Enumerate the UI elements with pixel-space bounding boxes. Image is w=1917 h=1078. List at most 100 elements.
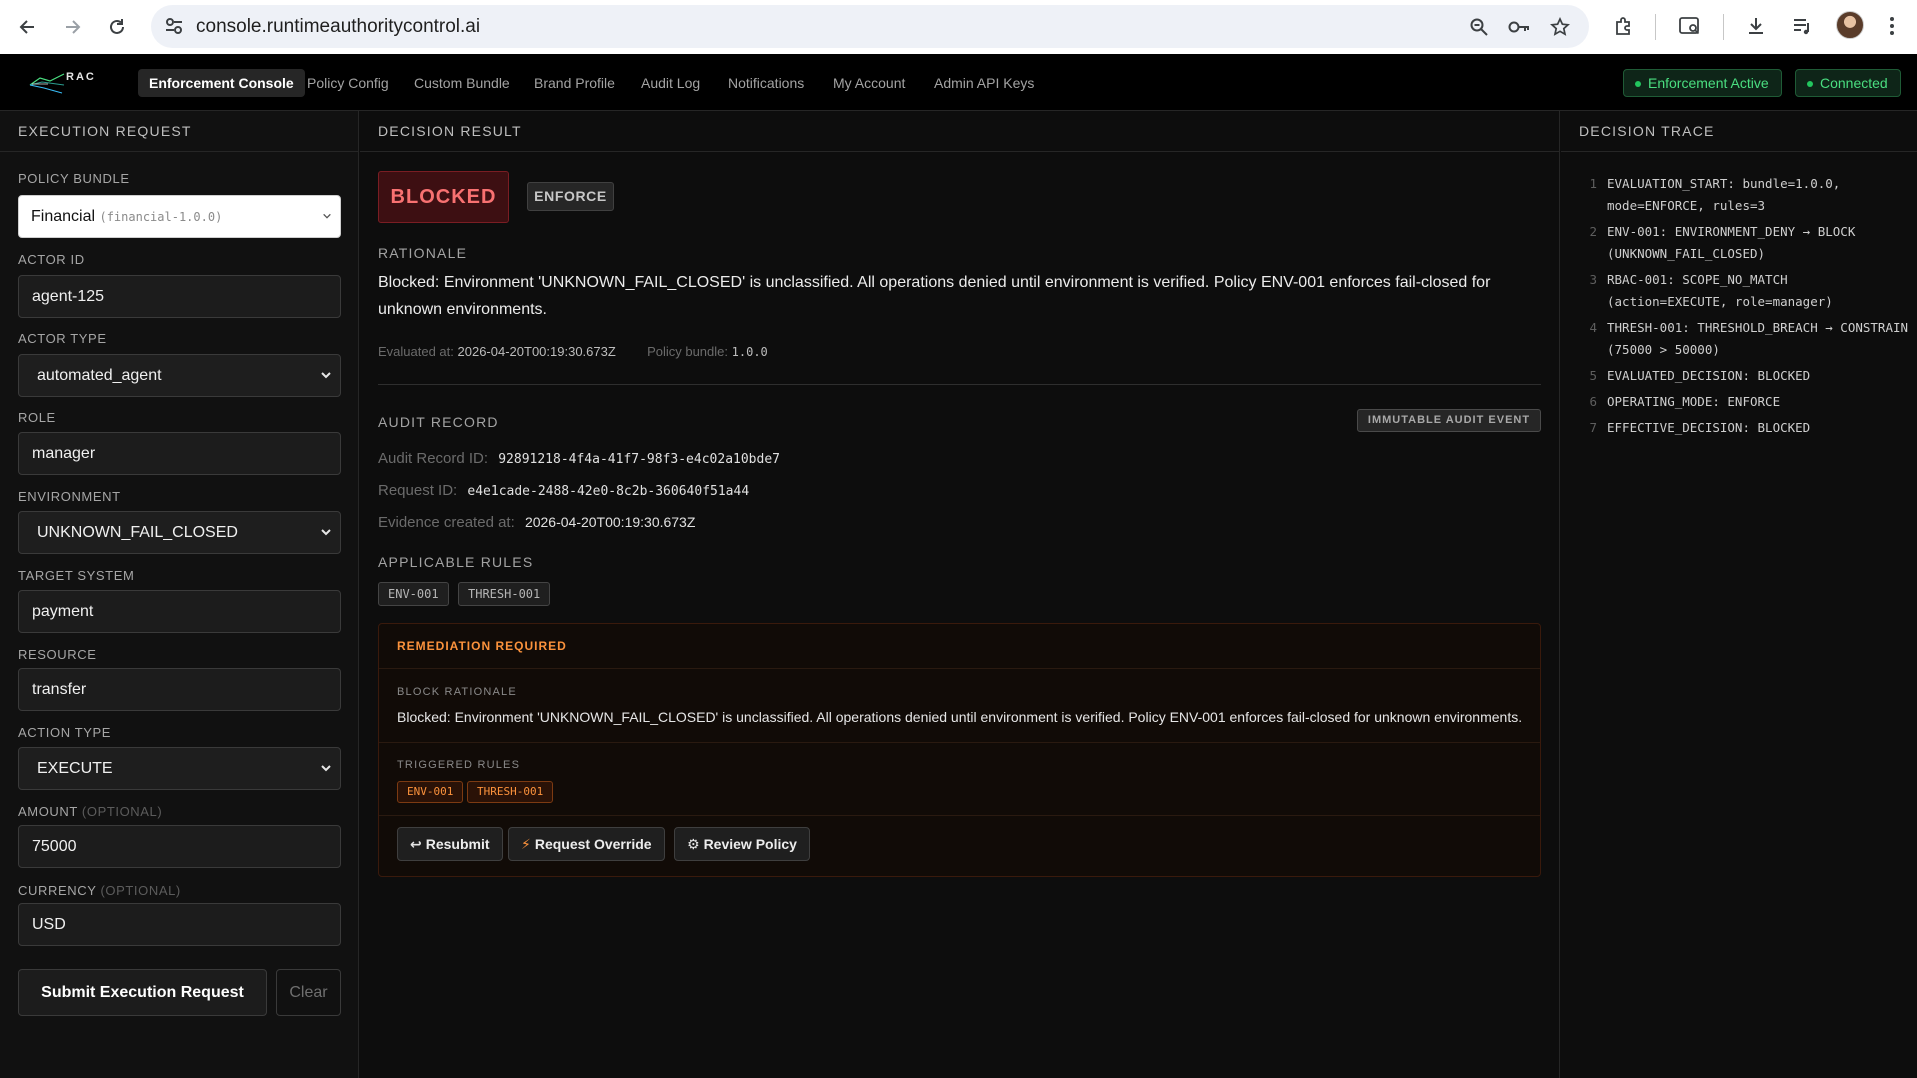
actor-type-select[interactable]: automated_agent <box>18 354 341 397</box>
amount-input[interactable]: 75000 <box>18 825 341 868</box>
section-divider <box>378 384 1541 385</box>
status-dot-icon <box>1635 81 1641 87</box>
nav-audit-log[interactable]: Audit Log <box>630 69 711 97</box>
submit-execution-request-button[interactable]: Submit Execution Request <box>18 969 267 1016</box>
nav-my-account[interactable]: My Account <box>822 69 916 97</box>
logo-text: RAC <box>66 71 96 83</box>
actor-id-label: ACTOR ID <box>18 252 85 267</box>
audit-record-label: AUDIT RECORD <box>378 414 499 430</box>
logo-mark-icon <box>29 73 65 94</box>
trace-step-text: THRESH-001: THRESHOLD_BREACH → CONSTRAIN… <box>1607 320 1909 357</box>
url-text[interactable]: console.runtimeauthoritycontrol.ai <box>196 5 480 48</box>
clear-button[interactable]: Clear <box>276 969 341 1016</box>
more-options-icon[interactable] <box>1878 12 1906 40</box>
rac-logo[interactable]: RAC <box>28 68 102 98</box>
currency-label-text: CURRENCY <box>18 883 97 898</box>
trace-item: 5 EVALUATED_DECISION: BLOCKED <box>1579 365 1909 387</box>
status-dot-icon <box>1807 81 1813 87</box>
decision-badge: BLOCKED <box>378 171 509 223</box>
connection-status-text: Connected <box>1820 75 1888 91</box>
request-id-row: Request ID: e4e1cade-2488-42e0-8c2b-3606… <box>378 482 749 499</box>
trace-step-number: 5 <box>1589 368 1597 383</box>
block-rationale-text: Blocked: Environment 'UNKNOWN_FAIL_CLOSE… <box>397 709 1523 725</box>
panel-title: EXECUTION REQUEST <box>0 111 358 152</box>
bookmark-star-icon[interactable] <box>1548 15 1572 39</box>
decision-trace-panel: DECISION TRACE 1 EVALUATION_START: bundle… <box>1561 111 1917 1078</box>
trace-step-number: 7 <box>1589 420 1597 435</box>
trace-item: 3 RBAC-001: SCOPE_NO_MATCH (action=EXECUT… <box>1579 269 1909 313</box>
trace-step-text: EVALUATED_DECISION: BLOCKED <box>1607 368 1811 383</box>
triggered-rules-label: TRIGGERED RULES <box>397 759 521 771</box>
trace-step-number: 4 <box>1589 320 1597 335</box>
action-type-label: ACTION TYPE <box>18 725 112 740</box>
nav-brand-profile[interactable]: Brand Profile <box>523 69 626 97</box>
action-type-select[interactable]: EXECUTE <box>18 747 341 790</box>
tab-search-icon[interactable] <box>1676 12 1704 40</box>
request-override-button[interactable]: ⚡ Request Override <box>508 827 665 861</box>
amount-label: AMOUNT (OPTIONAL) <box>18 804 162 819</box>
rule-chip: ENV-001 <box>378 582 449 606</box>
trace-item: 4 THRESH-001: THRESHOLD_BREACH → CONSTRAI… <box>1579 317 1909 361</box>
trace-list: 1 EVALUATION_START: bundle=1.0.0, mode=EN… <box>1579 173 1909 443</box>
forward-arrow-icon[interactable] <box>56 11 88 43</box>
role-input[interactable]: manager <box>18 432 341 475</box>
nav-enforcement-console[interactable]: Enforcement Console <box>138 69 305 97</box>
nav-admin-api-keys[interactable]: Admin API Keys <box>923 69 1045 97</box>
review-policy-button[interactable]: ⚙ Review Policy <box>674 827 810 861</box>
enforcement-status-text: Enforcement Active <box>1648 75 1769 91</box>
execution-request-panel: EXECUTION REQUEST POLICY BUNDLE Financia… <box>0 111 359 1078</box>
nav-custom-bundle[interactable]: Custom Bundle <box>403 69 521 97</box>
nav-notifications[interactable]: Notifications <box>717 69 815 97</box>
enforcement-status-badge: Enforcement Active <box>1623 69 1782 97</box>
remediation-divider <box>379 815 1540 816</box>
app-header: RAC Enforcement Console Policy Config Cu… <box>0 54 1917 111</box>
actor-type-value: automated_agent <box>37 367 162 384</box>
amount-optional-hint: (OPTIONAL) <box>81 804 163 819</box>
password-key-icon[interactable] <box>1507 15 1531 39</box>
remediation-title: REMEDIATION REQUIRED <box>379 624 1540 669</box>
environment-select[interactable]: UNKNOWN_FAIL_CLOSED <box>18 511 341 554</box>
trace-step-text: EVALUATION_START: bundle=1.0.0, mode=ENF… <box>1607 176 1841 213</box>
site-settings-icon[interactable] <box>163 15 185 37</box>
action-type-value: EXECUTE <box>37 760 113 777</box>
trace-step-number: 3 <box>1589 272 1597 287</box>
remediation-card: REMEDIATION REQUIRED BLOCK RATIONALE Blo… <box>378 623 1541 877</box>
currency-input[interactable]: USD <box>18 903 341 946</box>
resubmit-button[interactable]: ↩ Resubmit <box>397 827 503 861</box>
reload-icon[interactable] <box>101 11 133 43</box>
request-id-value[interactable]: e4e1cade-2488-42e0-8c2b-360640f51a44 <box>467 484 749 499</box>
chevron-down-icon <box>321 372 331 379</box>
trace-item: 2 ENV-001: ENVIRONMENT_DENY → BLOCK (UNKN… <box>1579 221 1909 265</box>
triggered-rule-chip: THRESH-001 <box>467 781 554 803</box>
evidence-created-row: Evidence created at: 2026-04-20T00:19:30… <box>378 514 695 531</box>
profile-avatar[interactable] <box>1836 11 1864 39</box>
immutable-audit-badge: IMMUTABLE AUDIT EVENT <box>1357 409 1541 432</box>
actor-type-label: ACTOR TYPE <box>18 331 107 346</box>
audit-record-id-value[interactable]: 92891218-4f4a-41f7-98f3-e4c02a10bde7 <box>498 452 780 467</box>
policy-bundle-select[interactable]: Financial (financial-1.0.0) <box>18 195 341 238</box>
resource-input[interactable]: transfer <box>18 668 341 711</box>
trace-step-number: 2 <box>1589 224 1597 239</box>
toolbar-divider <box>1655 14 1656 40</box>
actor-id-input[interactable]: agent-125 <box>18 275 341 318</box>
back-arrow-icon[interactable] <box>12 11 44 43</box>
evaluated-at-value: 2026-04-20T00:19:30.673Z <box>457 344 616 359</box>
download-icon[interactable] <box>1742 12 1770 40</box>
policy-bundle-value: Financial <box>31 208 96 225</box>
target-system-input[interactable]: payment <box>18 590 341 633</box>
review-policy-label: Review Policy <box>703 836 797 852</box>
policy-bundle-version: 1.0.0 <box>731 345 768 359</box>
extensions-icon[interactable] <box>1610 12 1638 40</box>
address-bar[interactable]: console.runtimeauthoritycontrol.ai <box>151 5 1589 48</box>
toolbar-divider <box>1723 14 1724 40</box>
trace-step-text: EFFECTIVE_DECISION: BLOCKED <box>1607 420 1811 435</box>
nav-policy-config[interactable]: Policy Config <box>296 69 400 97</box>
browser-toolbar: console.runtimeauthoritycontrol.ai <box>0 0 1917 54</box>
evaluation-meta: Evaluated at: 2026-04-20T00:19:30.673Z P… <box>378 344 768 359</box>
media-queue-icon[interactable] <box>1788 12 1816 40</box>
rationale-text: Blocked: Environment 'UNKNOWN_FAIL_CLOSE… <box>378 274 1491 318</box>
role-label: ROLE <box>18 410 56 425</box>
policy-bundle-meta-label: Policy bundle: <box>647 344 729 359</box>
audit-record-id-row: Audit Record ID: 92891218-4f4a-41f7-98f3… <box>378 450 780 467</box>
zoom-icon[interactable] <box>1467 15 1491 39</box>
